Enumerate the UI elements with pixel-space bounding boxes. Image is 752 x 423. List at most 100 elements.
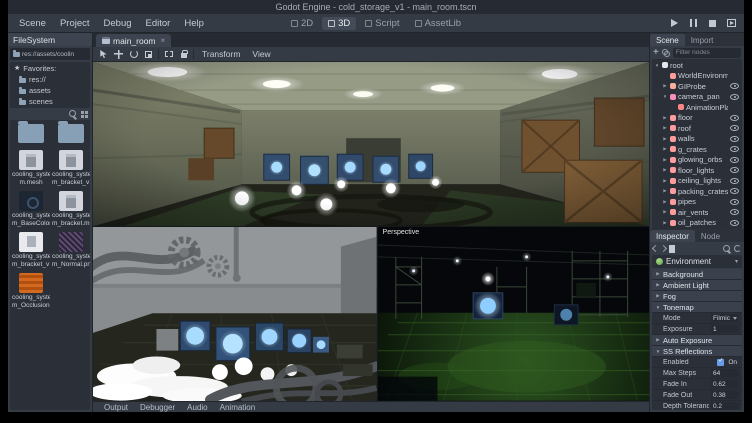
select-tool-button[interactable] <box>98 49 109 60</box>
workspace-tab[interactable]: Script <box>359 17 405 30</box>
scene-tree-row[interactable]: ▶ air_vents <box>652 207 742 218</box>
menu-item[interactable]: Help <box>177 18 211 29</box>
rotate-tool-button[interactable] <box>128 49 139 60</box>
lock-button[interactable] <box>178 49 189 60</box>
viewport-bottom-right[interactable]: Perspective <box>378 227 649 401</box>
visibility-eye-icon[interactable] <box>730 115 739 121</box>
viewport-bottom-left[interactable] <box>93 227 377 401</box>
scene-tree-row[interactable]: WorldEnvironment <box>652 71 742 82</box>
workspace-tab[interactable]: 2D <box>285 17 319 30</box>
menu-item[interactable]: Debug <box>97 18 139 29</box>
inspector-row[interactable]: Mode Filmic <box>652 313 742 324</box>
resource-file-icon[interactable] <box>669 245 675 253</box>
file-item[interactable]: cooling_syste m_bracket_v1.ob <box>12 232 50 268</box>
move-tool-button[interactable] <box>113 49 124 60</box>
view-toggle-icon[interactable] <box>81 111 88 118</box>
viewport-bottom-left-render[interactable] <box>93 227 377 401</box>
filter-nodes-input[interactable] <box>673 48 741 58</box>
expand-arrow-icon[interactable]: ▶ <box>662 125 668 131</box>
file-item[interactable]: cooling_syste m_OcclusionRou <box>12 273 50 309</box>
inspector-row[interactable]: Max Steps 64 <box>652 368 742 379</box>
scene-tree-row[interactable]: ▶ oil_patches <box>652 218 742 229</box>
inspector-row[interactable]: Exposure 1 <box>652 324 742 335</box>
search-icon[interactable] <box>723 245 731 253</box>
viewport-perspective-label[interactable]: Perspective <box>383 229 420 236</box>
viewport-main[interactable] <box>93 62 649 226</box>
menu-item[interactable]: Scene <box>12 18 53 29</box>
scene-tab[interactable]: main_room × <box>96 34 171 47</box>
expand-arrow-icon[interactable]: ▶ <box>662 209 668 215</box>
inspector-row[interactable]: Enabled On <box>652 357 742 368</box>
expand-arrow-icon[interactable]: ▼ <box>654 63 660 68</box>
scene-tree-row[interactable]: ▶ roof <box>652 123 742 134</box>
visibility-eye-icon[interactable] <box>730 146 739 152</box>
bottom-panel-tab[interactable]: Output <box>98 403 134 412</box>
workspace-tab[interactable]: AssetLib <box>409 17 467 30</box>
search-icon[interactable] <box>69 110 77 118</box>
dock-tab[interactable]: Import <box>685 34 720 46</box>
environment-resource[interactable]: Environment ▾ <box>652 255 742 268</box>
scene-tree-row[interactable]: ▶ pipes <box>652 197 742 208</box>
scene-tree-row[interactable]: ▶ g_crates <box>652 144 742 155</box>
dock-tab[interactable]: Node <box>695 230 726 242</box>
dock-tab[interactable]: Scene <box>650 34 685 46</box>
visibility-eye-icon[interactable] <box>730 188 739 194</box>
history-forward-icon[interactable] <box>660 245 667 252</box>
inspector-row[interactable]: ▼ Tonemap <box>652 302 742 313</box>
expand-arrow-icon[interactable]: ▶ <box>662 178 668 184</box>
viewport-main-render[interactable] <box>93 62 649 226</box>
checkbox-icon[interactable] <box>717 359 724 366</box>
select-region-button[interactable] <box>163 49 174 60</box>
expand-arrow-icon[interactable]: ▶ <box>662 146 668 152</box>
visibility-eye-icon[interactable] <box>730 167 739 173</box>
scale-tool-button[interactable] <box>143 49 154 60</box>
close-icon[interactable]: × <box>161 36 166 45</box>
inspector-row[interactable]: ▶ Fog <box>652 291 742 302</box>
file-item[interactable]: cooling_syste m_bracket.mesh <box>52 191 90 227</box>
file-item[interactable]: cooling_syste m_BaseColor.pn <box>12 191 50 227</box>
filesystem-title[interactable]: FileSystem <box>8 33 92 46</box>
scene-tree-row[interactable]: ▶ GIProbe <box>652 81 742 92</box>
scene-tree-row[interactable]: ▼ root <box>652 60 742 71</box>
inspector-row[interactable]: Depth Toleranc 0.2 <box>652 401 742 410</box>
visibility-eye-icon[interactable] <box>730 125 739 131</box>
expand-arrow-icon[interactable]: ▶ <box>662 199 668 205</box>
scene-tree-row[interactable]: ▶ ceiling_lights <box>652 176 742 187</box>
visibility-eye-icon[interactable] <box>730 157 739 163</box>
property-value[interactable]: 1 <box>711 325 739 334</box>
file-item[interactable]: cooling_syste m_Normal.png <box>52 232 90 268</box>
scene-tree-row[interactable]: ▼ camera_pan <box>652 92 742 103</box>
inspector-row[interactable]: Fade Out 0.38 <box>652 390 742 401</box>
property-value[interactable]: 0.62 <box>711 380 739 389</box>
tools-icon[interactable] <box>734 245 741 252</box>
expand-arrow-icon[interactable]: ▶ <box>662 220 668 226</box>
viewport-bottom-right-render[interactable] <box>378 227 649 401</box>
tree-folder-item[interactable]: scenes <box>10 96 90 107</box>
view-menu[interactable]: View <box>248 49 274 59</box>
transform-menu[interactable]: Transform <box>198 49 244 59</box>
expand-arrow-icon[interactable]: ▶ <box>662 136 668 142</box>
file-item[interactable]: cooling_syste m.mesh <box>12 150 50 186</box>
visibility-eye-icon[interactable] <box>730 178 739 184</box>
expand-arrow-icon[interactable]: ▼ <box>662 94 668 99</box>
expand-arrow-icon[interactable]: ▶ <box>662 157 668 163</box>
expand-arrow-icon[interactable]: ▶ <box>662 188 668 194</box>
inspector-row[interactable]: ▶ Ambient Light <box>652 280 742 291</box>
tree-folder-item[interactable]: res:// <box>10 74 90 85</box>
property-value[interactable]: On <box>726 358 739 367</box>
chevron-down-icon[interactable]: ▾ <box>735 258 738 265</box>
play-scene-button[interactable] <box>725 17 738 30</box>
expand-arrow-icon[interactable]: ▶ <box>662 167 668 173</box>
inspector-row[interactable]: ▶ Auto Exposure <box>652 335 742 346</box>
visibility-eye-icon[interactable] <box>730 209 739 215</box>
scene-tree-row[interactable]: ▶ packing_crates_and <box>652 186 742 197</box>
visibility-eye-icon[interactable] <box>730 136 739 142</box>
scene-tree-row[interactable]: ▶ floor <box>652 113 742 124</box>
visibility-eye-icon[interactable] <box>730 94 739 100</box>
menu-item[interactable]: Project <box>53 18 97 29</box>
file-item[interactable]: cooling_syste m_bracket_v1... <box>52 150 90 186</box>
stop-button[interactable] <box>706 17 719 30</box>
instance-scene-icon[interactable] <box>662 49 670 57</box>
bottom-panel-tab[interactable]: Audio <box>181 403 213 412</box>
tree-folder-item[interactable]: assets <box>10 85 90 96</box>
